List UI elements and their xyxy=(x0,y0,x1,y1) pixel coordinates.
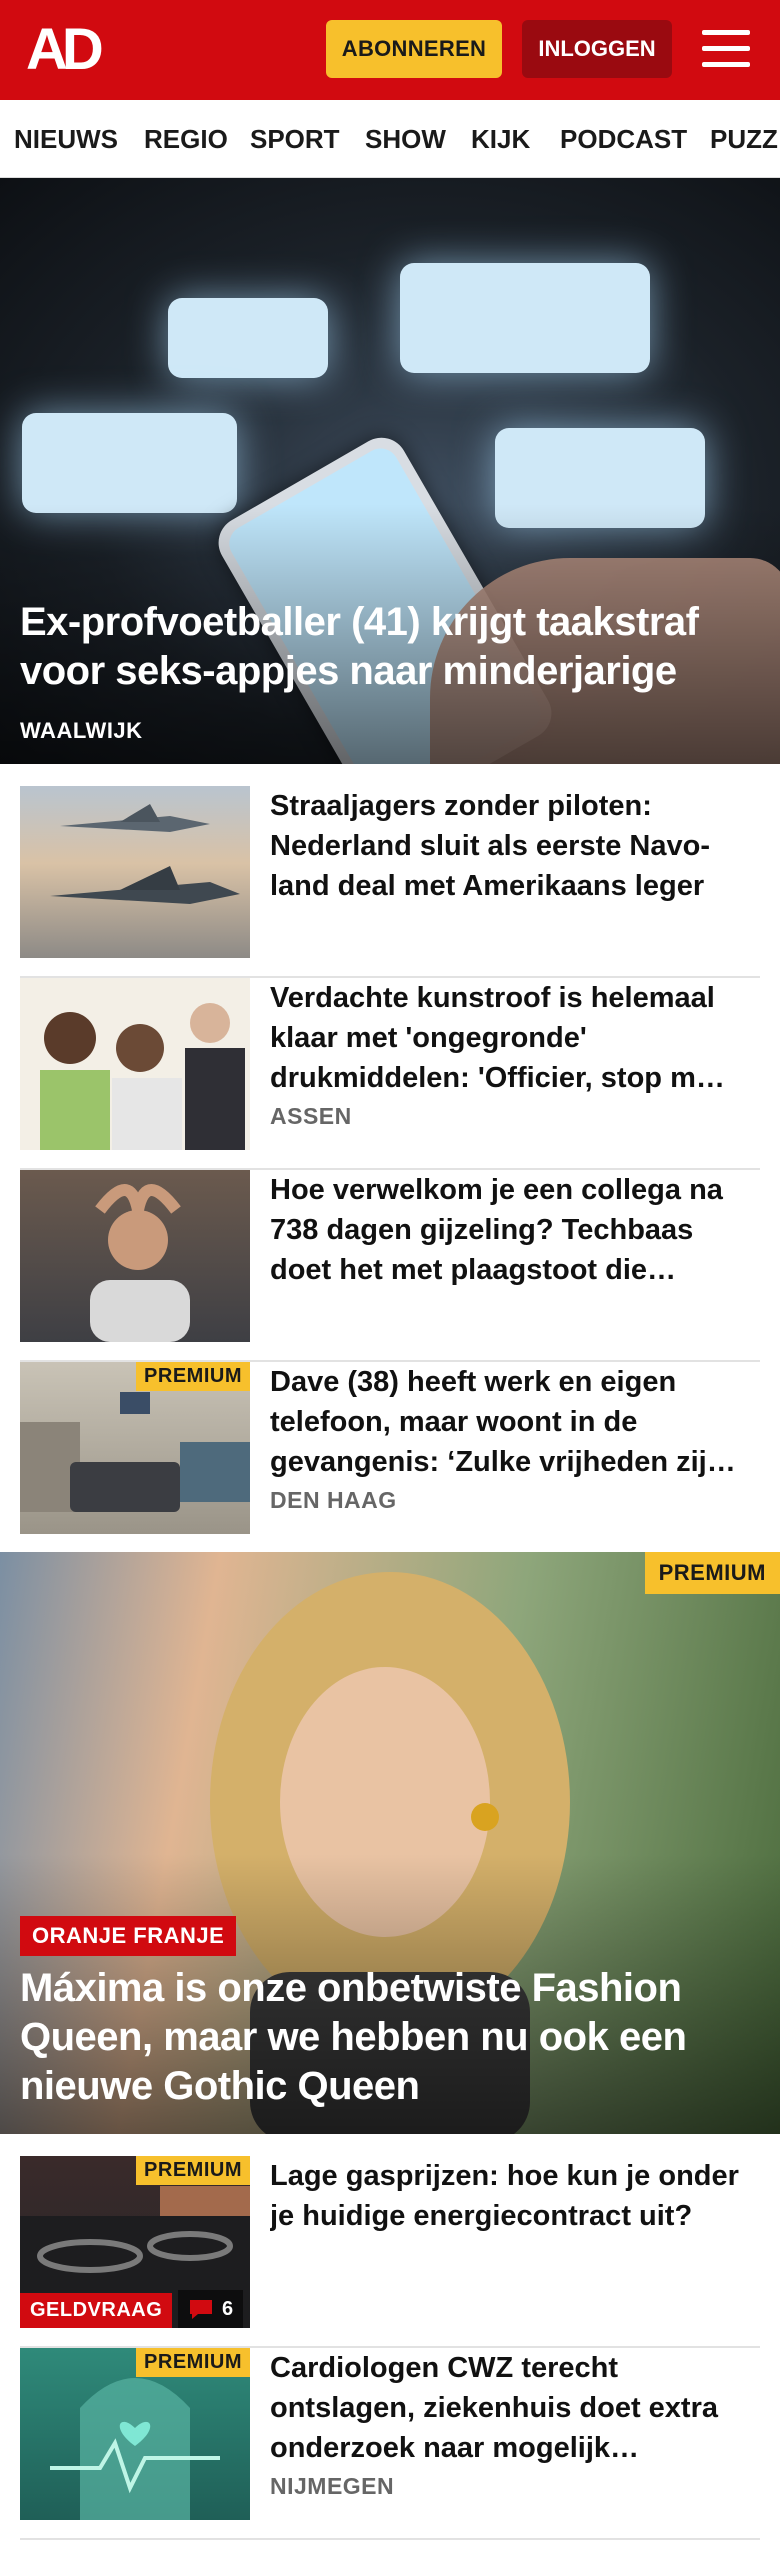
top-header: AD ABONNEREN INLOGGEN xyxy=(0,0,780,100)
article-location-tag: DEN HAAG xyxy=(270,1487,397,1513)
category-label: GELDVRAAG xyxy=(20,2293,173,2328)
jet-icon xyxy=(50,804,240,904)
list-item[interactable]: Hoe verwelkom je een collega na 738 dage… xyxy=(20,1170,760,1362)
premium-badge: PREMIUM xyxy=(136,1362,250,1391)
article-title: Verdachte kunstroof is helemaal klaar me… xyxy=(270,982,725,1094)
article-thumbnail xyxy=(20,978,250,1150)
article-thumbnail: PREMIUM GELDVRAAG 6 xyxy=(20,2156,250,2328)
comment-count-value: 6 xyxy=(222,2297,234,2320)
login-button[interactable]: INLOGGEN xyxy=(522,20,672,78)
category-label: ORANJE FRANJE xyxy=(20,1916,237,1956)
nav-item-show[interactable]: SHOW xyxy=(365,100,446,177)
nav-item-puzzel[interactable]: PUZZ xyxy=(710,100,778,177)
article-title: Straaljagers zonder piloten: Nederland s… xyxy=(270,790,710,902)
article-location-tag: NIJMEGEN xyxy=(270,2473,395,2499)
person-heart-gesture-icon xyxy=(90,1184,190,1342)
article-title: Lage gasprijzen: hoe kun je onder je hui… xyxy=(270,2160,739,2232)
article-thumbnail: PREMIUM xyxy=(20,2348,250,2520)
premium-badge: PREMIUM xyxy=(136,2348,250,2377)
nav-item-kijk[interactable]: KIJK xyxy=(471,100,530,177)
nav-item-nieuws[interactable]: NIEUWS xyxy=(14,100,118,177)
premium-badge: PREMIUM xyxy=(136,2156,250,2185)
nav-item-regio[interactable]: REGIO xyxy=(144,100,228,177)
feature-article[interactable]: PREMIUM ORANJE FRANJE Máxima is onze onb… xyxy=(0,1552,780,2134)
feature-title: Máxima is onze onbetwiste Fashion Queen,… xyxy=(20,1966,687,2108)
nav-item-sport[interactable]: SPORT xyxy=(250,100,340,177)
chat-bubble-shape xyxy=(400,263,650,373)
list-item[interactable]: PREMIUM Dave (38) heeft werk en eigen te… xyxy=(20,1362,760,1554)
list-item[interactable]: Straaljagers zonder piloten: Nederland s… xyxy=(20,786,760,978)
article-title: Dave (38) heeft werk en eigen telefoon, … xyxy=(270,1366,736,1478)
chat-bubble-shape xyxy=(22,413,237,513)
ad-logo[interactable]: AD xyxy=(26,21,116,79)
comment-count[interactable]: 6 xyxy=(178,2290,244,2328)
chat-bubble-shape xyxy=(168,298,328,378)
nav-item-podcast[interactable]: PODCAST xyxy=(560,100,687,177)
article-thumbnail xyxy=(20,1170,250,1342)
subscribe-button[interactable]: ABONNEREN xyxy=(326,20,502,78)
courtroom-sketch-icon xyxy=(40,1003,245,1150)
comment-icon xyxy=(190,2300,212,2319)
hero-article[interactable]: Ex-profvoetballer (41) krijgt taakstraf … xyxy=(0,178,780,764)
article-thumbnail: PREMIUM xyxy=(20,1362,250,1534)
list-item[interactable]: PREMIUM GELDVRAAG 6 Lage gasprijzen: hoe… xyxy=(20,2156,760,2348)
menu-icon[interactable] xyxy=(700,26,752,72)
article-title: Cardiologen CWZ terecht ontslagen, zieke… xyxy=(270,2352,718,2464)
article-title: Hoe verwelkom je een collega na 738 dage… xyxy=(270,1174,723,1286)
list-item[interactable]: Verdachte kunstroof is helemaal klaar me… xyxy=(20,978,760,1170)
article-thumbnail xyxy=(20,786,250,958)
list-item[interactable]: PREMIUM Cardiologen CWZ terecht ontslage… xyxy=(20,2348,760,2540)
section-nav: NIEUWS REGIO SPORT SHOW KIJK PODCAST PUZ… xyxy=(0,100,780,178)
premium-badge: PREMIUM xyxy=(644,1552,780,1594)
hero-location-tag: WAALWIJK xyxy=(20,718,143,743)
hero-title: Ex-profvoetballer (41) krijgt taakstraf … xyxy=(20,600,699,693)
article-location-tag: ASSEN xyxy=(270,1103,352,1129)
